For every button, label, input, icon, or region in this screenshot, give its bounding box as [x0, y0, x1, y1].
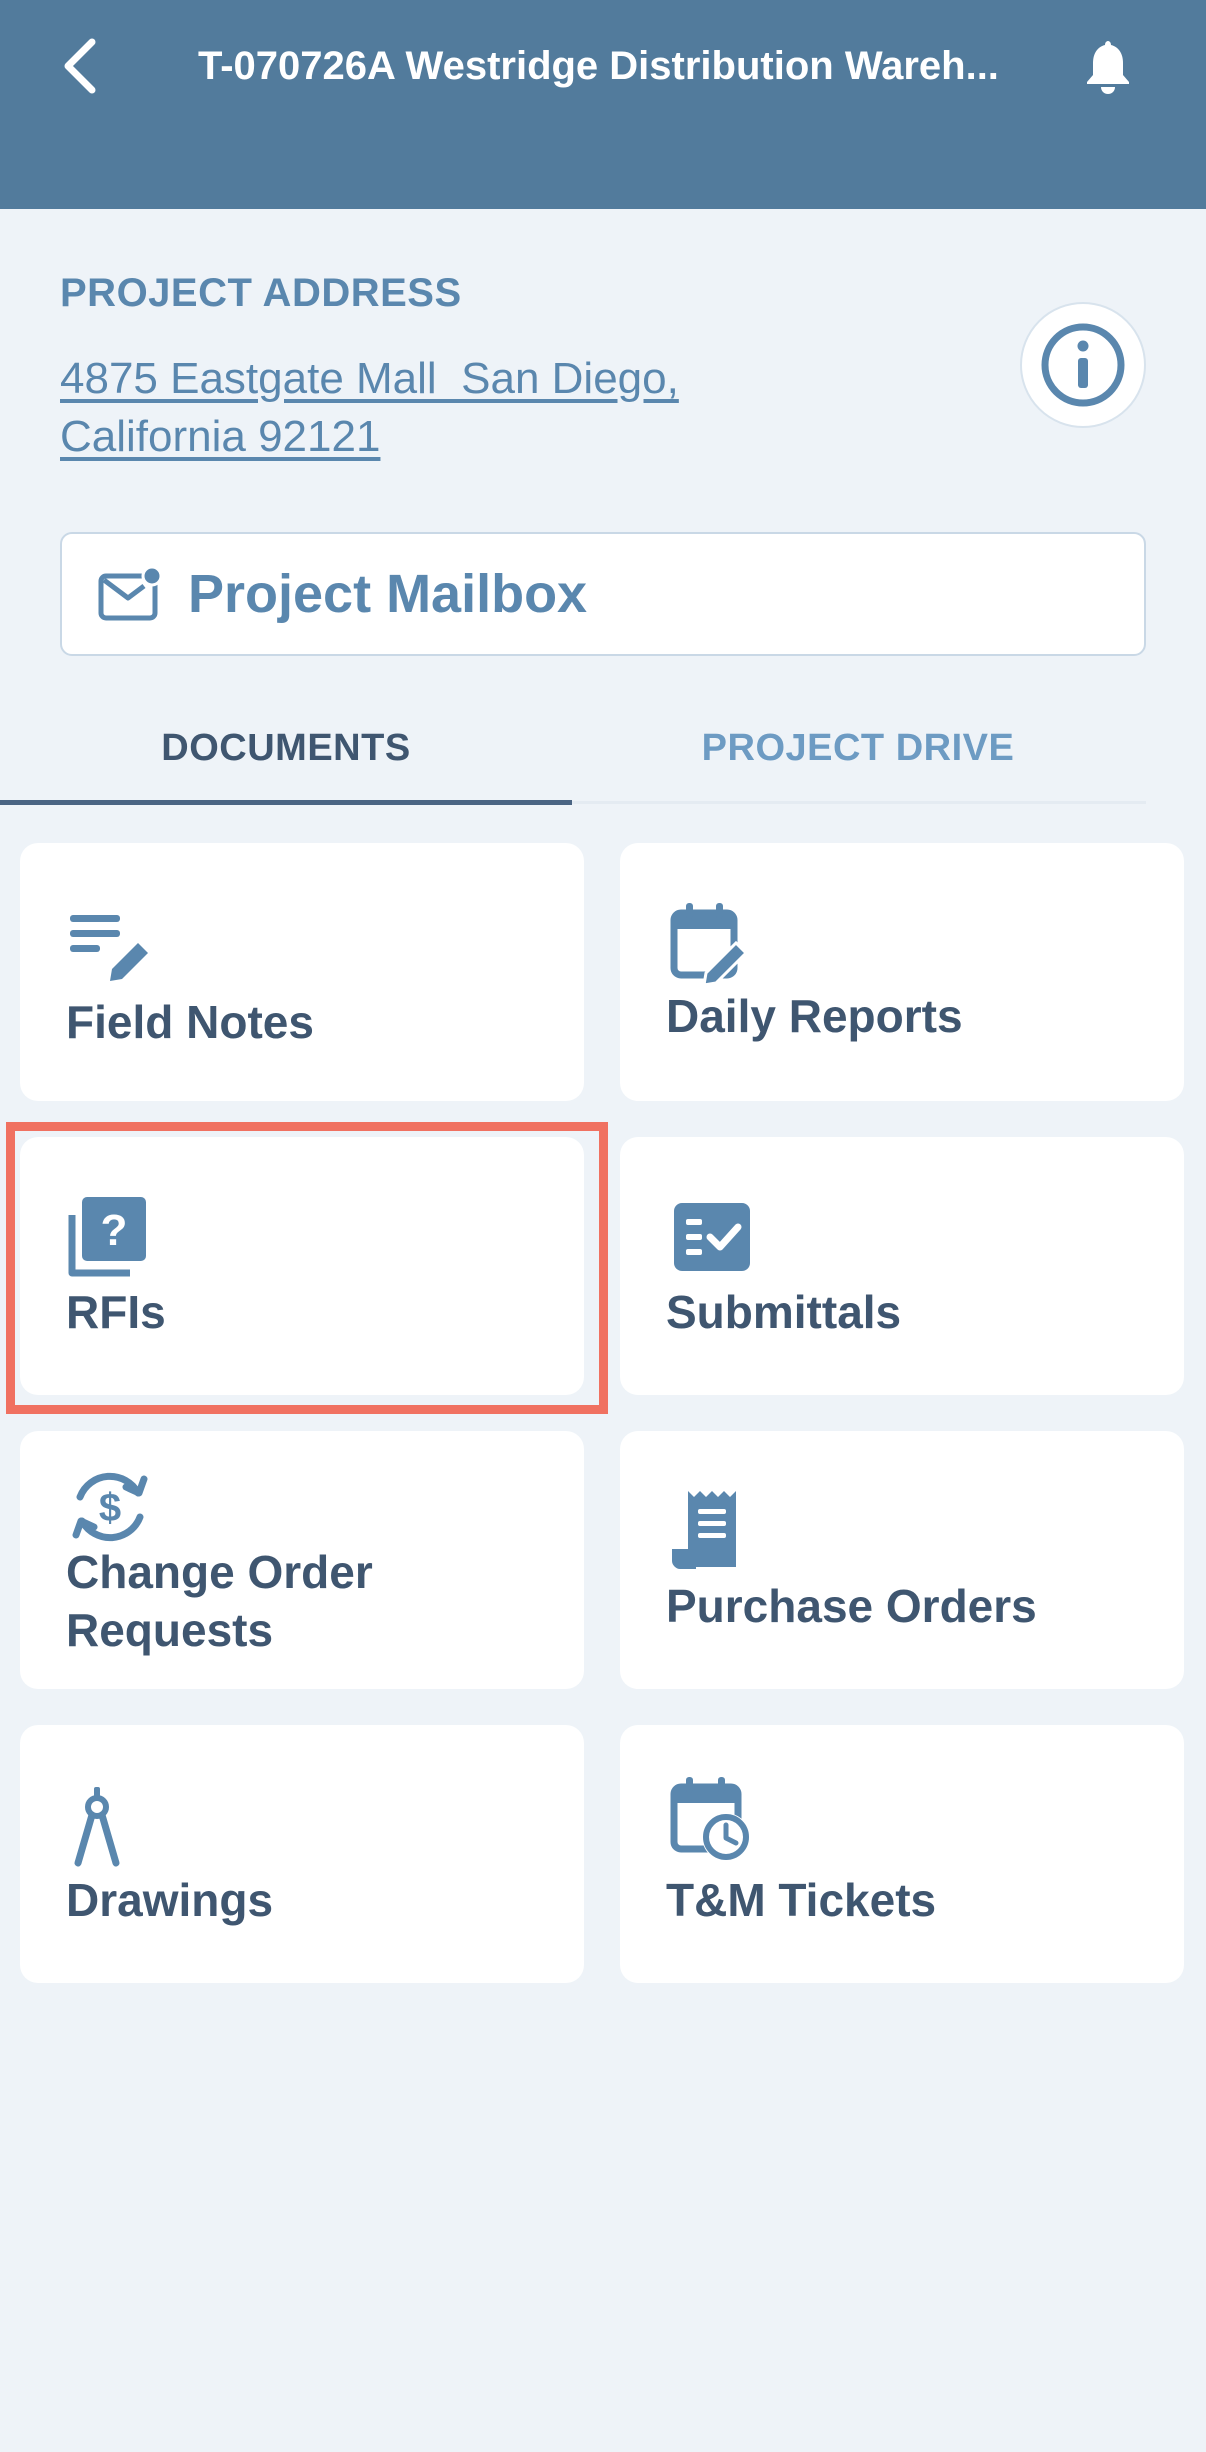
project-detail-screen: T-070726A Westridge Distribution Wareh..… [0, 0, 1206, 2452]
active-tab-indicator [0, 800, 572, 805]
info-icon [1041, 323, 1125, 407]
compass-drafting-icon [74, 1787, 120, 1867]
card-submittals[interactable]: Submittals [620, 1137, 1184, 1395]
project-address-label: PROJECT ADDRESS [60, 271, 462, 315]
card-change-order-requests[interactable]: $ Change Order Requests [20, 1431, 584, 1689]
svg-text:?: ? [101, 1206, 128, 1255]
card-label: Daily Reports [666, 990, 963, 1042]
dollar-cycle-icon: $ [72, 1472, 148, 1542]
calendar-clock-icon [670, 1777, 750, 1861]
receipt-icon [672, 1491, 736, 1569]
card-label: Submittals [666, 1286, 902, 1338]
card-purchase-orders[interactable]: Purchase Orders [620, 1431, 1184, 1689]
tab-documents[interactable]: DOCUMENTS [0, 690, 572, 806]
back-button[interactable] [52, 30, 108, 102]
bell-icon [1087, 41, 1129, 94]
notes-edit-icon [70, 915, 148, 981]
question-stack-icon: ? [68, 1197, 146, 1277]
address-line-2: California 92121 [60, 412, 381, 461]
project-mailbox-button[interactable]: Project Mailbox [60, 532, 1146, 656]
card-field-notes[interactable]: Field Notes [20, 843, 584, 1101]
card-tm-tickets[interactable]: T&M Tickets [620, 1725, 1184, 1983]
chevron-left-icon [64, 38, 96, 94]
project-address-link[interactable]: 4875 Eastgate Mall San Diego, California… [60, 350, 800, 466]
card-label: RFIs [66, 1286, 166, 1338]
card-label: T&M Tickets [666, 1874, 937, 1926]
card-label: Drawings [66, 1874, 274, 1926]
checklist-icon [674, 1203, 750, 1271]
tab-divider [572, 801, 1146, 804]
card-drawings[interactable]: Drawings [20, 1725, 584, 1983]
address-line-1: 4875 Eastgate Mall San Diego, [60, 354, 679, 403]
card-daily-reports[interactable]: Daily Reports [620, 843, 1184, 1101]
notifications-button[interactable] [1080, 34, 1136, 98]
page-title: T-070726A Westridge Distribution Wareh..… [198, 44, 999, 88]
app-header: T-070726A Westridge Distribution Wareh..… [0, 0, 1206, 209]
calendar-edit-icon [670, 903, 749, 987]
project-info-button[interactable] [1020, 302, 1146, 428]
svg-text:$: $ [99, 1486, 121, 1530]
card-label: Purchase Orders [666, 1580, 1037, 1632]
card-rfis[interactable]: ? RFIs [20, 1137, 584, 1395]
card-label: Field Notes [66, 996, 314, 1048]
card-label: Change Order Requests [66, 1546, 373, 1656]
mail-notification-icon [98, 566, 162, 621]
project-mailbox-label: Project Mailbox [188, 564, 588, 624]
tab-project-drive[interactable]: PROJECT DRIVE [572, 690, 1144, 806]
